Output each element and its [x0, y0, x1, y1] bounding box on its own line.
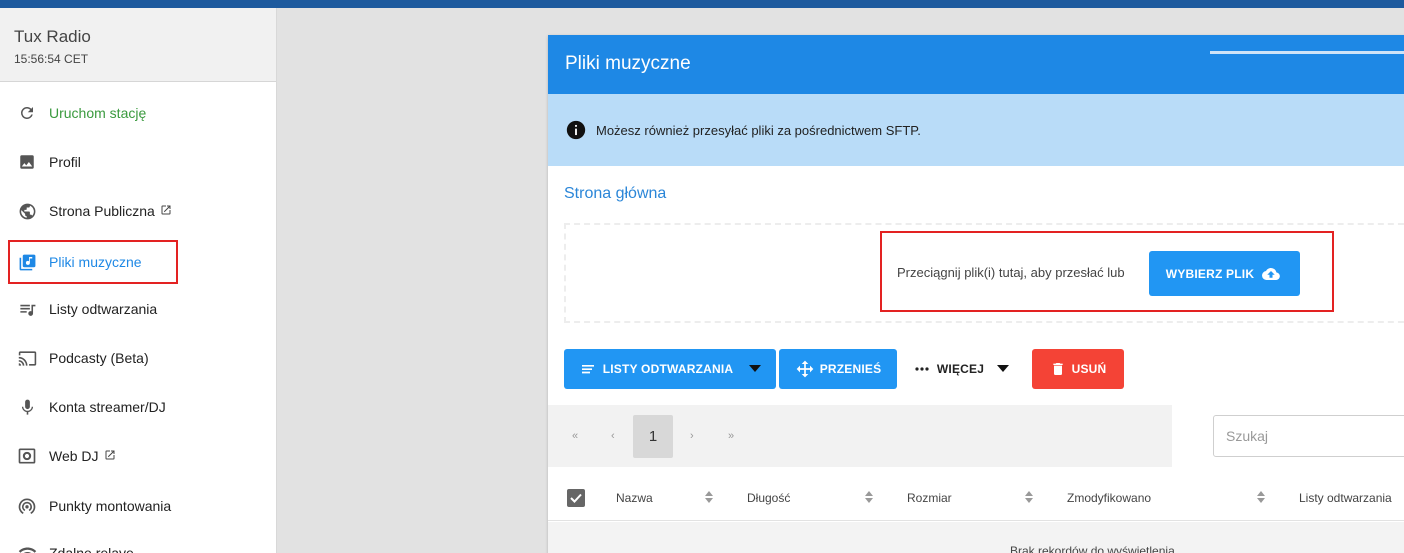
- station-title: Tux Radio: [14, 27, 91, 46]
- music-files-card: Pliki muzyczne Możesz również przesyłać …: [548, 35, 1404, 553]
- globe-icon: [16, 200, 38, 222]
- sort-icon[interactable]: [1257, 491, 1265, 506]
- select-all-checkbox[interactable]: [567, 489, 585, 507]
- sidebar-item-mount-points[interactable]: Punkty montowania: [8, 484, 178, 528]
- info-text: Możesz również przesyłać pliki za pośred…: [596, 122, 921, 138]
- column-modified[interactable]: Zmodyfikowano: [1067, 491, 1151, 505]
- more-dropdown-button[interactable]: WIĘCEJ: [905, 349, 1019, 389]
- wifi-icon: [16, 542, 38, 553]
- choose-file-button[interactable]: WYBIERZ PLIK: [1149, 251, 1300, 296]
- playlists-label: LISTY ODTWARZANIA: [602, 362, 734, 376]
- sidebar-item-restart-station[interactable]: Uruchom stację: [8, 91, 178, 135]
- column-length[interactable]: Długość: [747, 491, 790, 505]
- more-label: WIĘCEJ: [936, 362, 985, 376]
- sidebar-item-label: Konta streamer/DJ: [49, 399, 166, 415]
- dropzone-text: Przeciągnij plik(i) tutaj, aby przesłać …: [897, 265, 1125, 280]
- page-next[interactable]: ›: [690, 430, 694, 442]
- microphone-icon: [16, 396, 38, 418]
- external-link-icon: [160, 203, 172, 219]
- music-library-icon: [16, 251, 38, 273]
- sidebar-item-label: Podcasty (Beta): [49, 350, 149, 366]
- move-label: PRZENIEŚ: [819, 362, 882, 376]
- move-button[interactable]: PRZENIEŚ: [779, 349, 897, 389]
- page-first[interactable]: «: [572, 430, 578, 442]
- sidebar-item-streamer-accounts[interactable]: Konta streamer/DJ: [8, 385, 178, 429]
- sidebar-item-label: Punkty montowania: [49, 498, 172, 514]
- choose-file-label: WYBIERZ PLIK: [1165, 266, 1255, 281]
- station-header: Tux Radio 15:56:54 CET: [0, 8, 276, 82]
- search-input[interactable]: [1213, 415, 1404, 457]
- caret-down-icon: [997, 365, 1010, 373]
- column-size[interactable]: Rozmiar: [907, 491, 952, 505]
- playlists-dropdown-button[interactable]: LISTY ODTWARZANIA: [564, 349, 776, 389]
- sidebar-item-label: Zdalne relaye: [49, 545, 134, 553]
- column-name[interactable]: Nazwa: [616, 491, 653, 505]
- station-time: 15:56:54 CET: [14, 52, 89, 66]
- speaker-icon: [16, 445, 38, 467]
- broadcast-icon: [16, 495, 38, 517]
- trash-icon: [1050, 360, 1066, 378]
- cast-icon: [16, 347, 38, 369]
- card-header: Pliki muzyczne: [548, 35, 1404, 94]
- sftp-info-banner: Możesz również przesyłać pliki za pośred…: [548, 94, 1404, 166]
- delete-button[interactable]: USUŃ: [1032, 349, 1124, 389]
- info-icon: [565, 119, 587, 141]
- sidebar-item-web-dj[interactable]: Web DJ: [8, 434, 178, 478]
- sidebar-item-label: Profil: [49, 154, 81, 170]
- playlist-icon: [16, 298, 38, 320]
- pagination: « ‹ 1 › »: [548, 405, 1172, 467]
- image-icon: [16, 151, 38, 173]
- page-title: Pliki muzyczne: [565, 53, 691, 74]
- page-last[interactable]: »: [728, 430, 734, 442]
- sidebar-item-label: Uruchom stację: [49, 105, 147, 121]
- external-link-icon: [104, 448, 116, 464]
- cloud-upload-icon: [1259, 265, 1283, 283]
- sidebar-item-playlists[interactable]: Listy odtwarzania: [8, 287, 178, 331]
- more-dots-icon: [915, 367, 929, 371]
- sidebar-item-label: Strona Publiczna: [49, 203, 155, 219]
- sidebar-item-profile[interactable]: Profil: [8, 140, 178, 184]
- move-arrows-icon: [795, 359, 815, 379]
- table-body: Brak rekordów do wyświetlenia: [548, 522, 1404, 553]
- table-header: Nazwa Długość Rozmiar Zmodyfikowano List…: [548, 478, 1404, 521]
- sidebar-item-label: Web DJ: [49, 448, 99, 464]
- sidebar-item-label: Pliki muzyczne: [49, 254, 142, 270]
- header-progress-line: [1210, 51, 1404, 54]
- sidebar-item-label: Listy odtwarzania: [49, 301, 158, 317]
- delete-label: USUŃ: [1071, 362, 1107, 376]
- top-bar: [0, 0, 1404, 8]
- sidebar-item-remote-relays[interactable]: Zdalne relaye: [8, 531, 178, 553]
- column-playlists[interactable]: Listy odtwarzania: [1299, 491, 1392, 505]
- caret-down-icon: [749, 365, 762, 373]
- sidebar-item-music-files[interactable]: Pliki muzyczne: [8, 240, 178, 284]
- page-prev[interactable]: ‹: [611, 430, 615, 442]
- list-icon: [579, 361, 597, 377]
- empty-message: Brak rekordów do wyświetlenia: [1010, 544, 1175, 553]
- sidebar-item-podcasts[interactable]: Podcasty (Beta): [8, 336, 178, 380]
- sidebar: Tux Radio 15:56:54 CET Uruchom stację Pr…: [0, 8, 277, 553]
- breadcrumb-home[interactable]: Strona główna: [564, 185, 666, 203]
- sort-icon[interactable]: [865, 491, 873, 506]
- page-current[interactable]: 1: [633, 415, 673, 458]
- sort-icon[interactable]: [705, 491, 713, 506]
- sidebar-item-public-page[interactable]: Strona Publiczna: [8, 189, 178, 233]
- sort-icon[interactable]: [1025, 491, 1033, 506]
- restart-icon: [16, 102, 38, 124]
